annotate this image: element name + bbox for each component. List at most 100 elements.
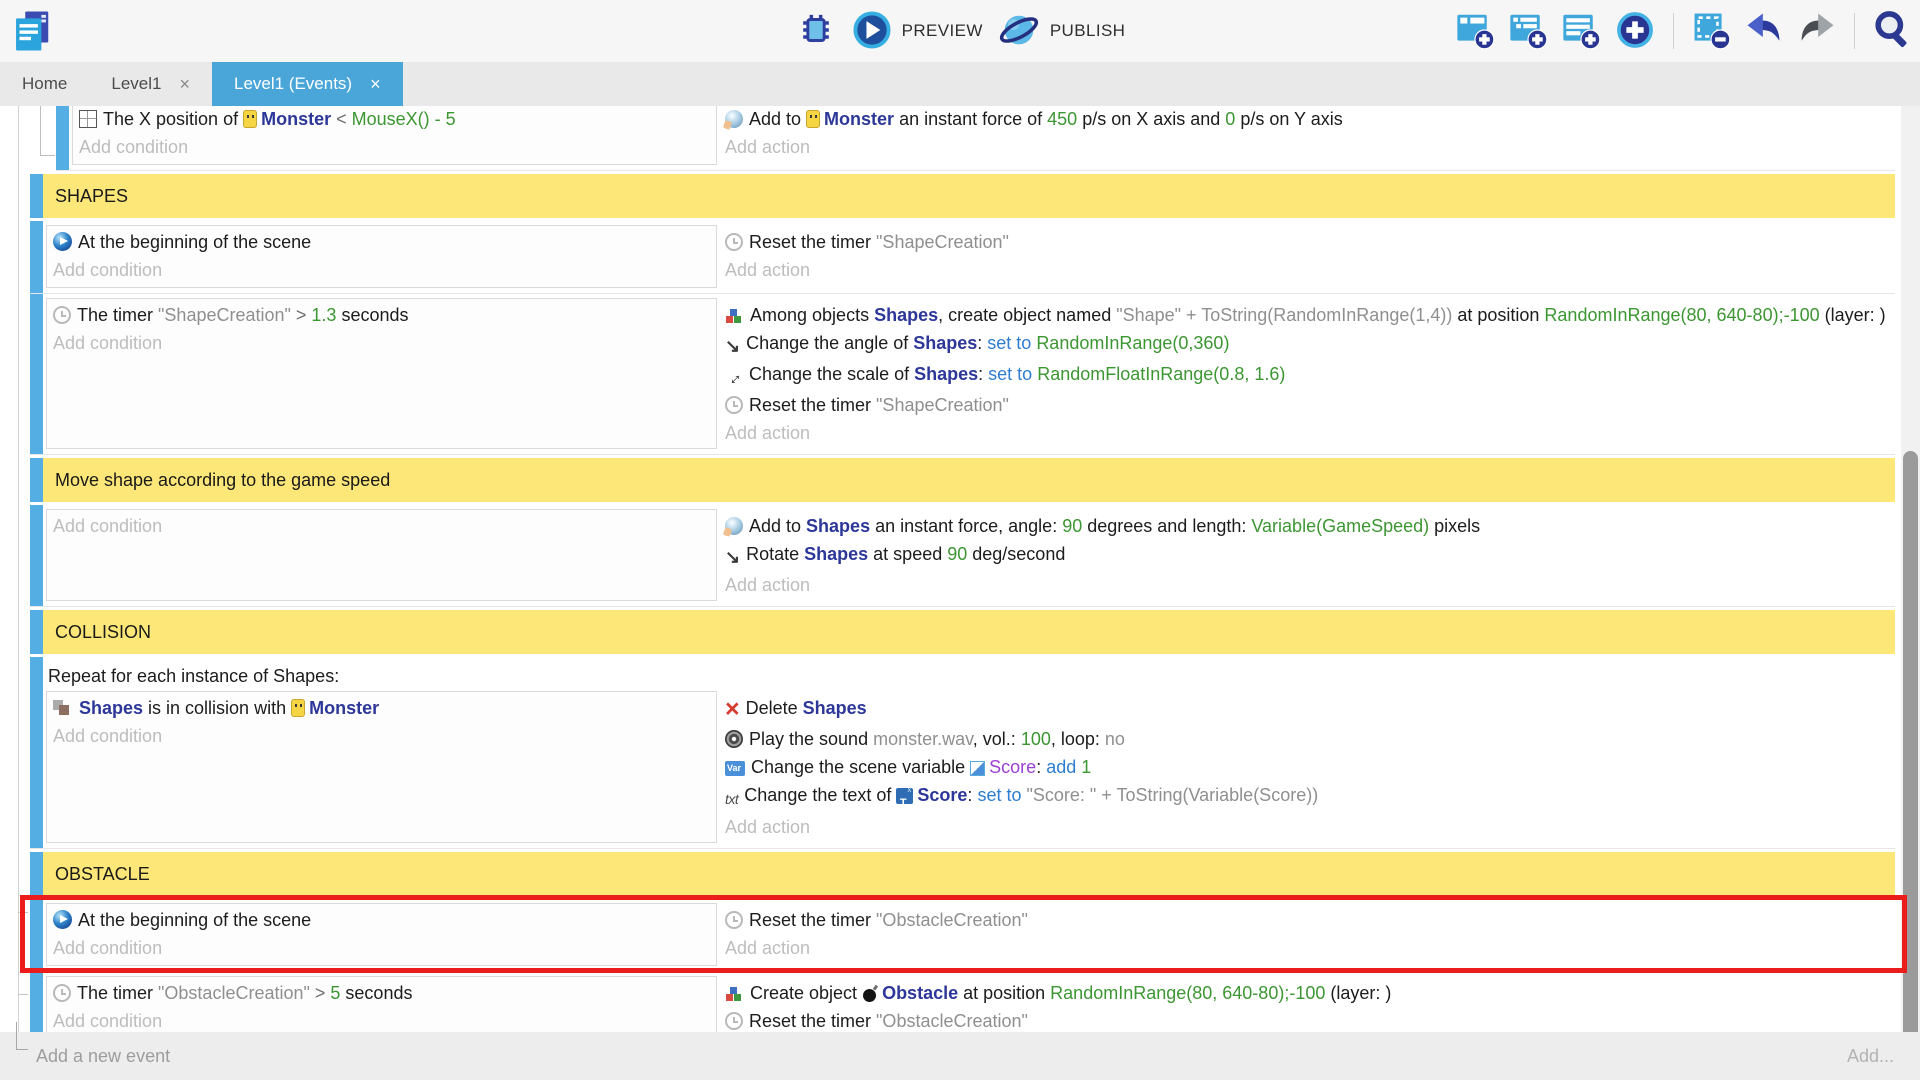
text-segment: is in collision with (143, 698, 291, 718)
add-comment-button[interactable] (1561, 10, 1601, 53)
text-segment: 100 (1021, 729, 1051, 749)
action-line[interactable]: Delete Shapes (725, 694, 1891, 725)
action-line[interactable]: Reset the timer "ObstacleCreation" (725, 1007, 1891, 1032)
add-condition-placeholder[interactable]: Add condition (53, 256, 706, 284)
action-line[interactable]: Reset the timer "ShapeCreation" (725, 228, 1891, 256)
add-something-button[interactable] (1614, 9, 1656, 54)
action-line[interactable]: Reset the timer "ShapeCreation" (725, 391, 1891, 419)
add-condition-placeholder[interactable]: Add condition (53, 934, 706, 962)
add-subevent-button[interactable] (1508, 10, 1548, 53)
text-segment: Monster (309, 698, 379, 718)
action-line[interactable]: Change the scale of Shapes: set to Rando… (725, 360, 1891, 391)
scrollbar-thumb[interactable] (1903, 451, 1918, 1032)
text-segment: : (1036, 757, 1046, 777)
event-group-header[interactable]: COLLISION (43, 610, 1895, 654)
text-segment: "Shape" + ToString(RandomInRange(1,4)) (1116, 305, 1452, 325)
add-action-placeholder[interactable]: Add action (725, 934, 1891, 962)
actions-cell: Among objects Shapes, create object name… (723, 298, 1895, 449)
debug-bug-icon (795, 9, 837, 54)
tree-line (18, 912, 28, 913)
condition-line[interactable]: Shapes is in collision with Monster (53, 694, 706, 722)
add-condition-placeholder[interactable]: Add condition (53, 1007, 706, 1032)
tab-level1[interactable]: Level1 × (89, 62, 212, 106)
action-line[interactable]: Change the text of Score: set to "Score:… (725, 781, 1891, 813)
monster-icon (806, 110, 820, 128)
text-segment: Shapes (804, 544, 868, 564)
vertical-scrollbar[interactable] (1901, 106, 1920, 1032)
search-button[interactable] (1872, 9, 1914, 54)
event-row: At the beginning of the sceneAdd conditi… (30, 221, 1895, 294)
add-event-button[interactable] (1455, 10, 1495, 53)
add-condition-placeholder[interactable]: Add condition (53, 512, 706, 540)
text-segment: Shapes (79, 698, 143, 718)
delete-selection-icon (1691, 10, 1731, 53)
publish-button[interactable]: PUBLISH (997, 9, 1126, 54)
text-segment: an instant force, angle: (870, 516, 1062, 536)
foreach-header[interactable]: Repeat for each instance of Shapes: (46, 661, 1895, 691)
event-group-header[interactable]: SHAPES (43, 174, 1895, 218)
tab-close-icon[interactable]: × (179, 75, 190, 93)
event-group-header[interactable]: Move shape according to the game speed (43, 458, 1895, 502)
add-condition-placeholder[interactable]: Add condition (53, 329, 706, 357)
add-condition-placeholder[interactable]: Add condition (53, 722, 706, 750)
text-segment: At the beginning of the scene (78, 910, 311, 930)
indent-bar (30, 221, 43, 293)
condition-line[interactable]: The timer "ShapeCreation" > 1.3 seconds (53, 301, 706, 329)
tab-level1-events-[interactable]: Level1 (Events)× (212, 62, 403, 106)
timer-icon (53, 984, 71, 1002)
tab-label: Level1 (111, 74, 161, 94)
variable-badge-icon (970, 761, 985, 776)
condition-line[interactable]: The timer "ObstacleCreation" > 5 seconds (53, 979, 706, 1007)
text-segment: p/s on X axis and (1077, 109, 1225, 129)
action-line[interactable]: Among objects Shapes, create object name… (725, 301, 1891, 329)
action-line[interactable]: Rotate Shapes at speed 90 deg/second (725, 540, 1891, 571)
tab-home[interactable]: Home (0, 62, 89, 106)
action-line[interactable]: Create object Obstacle at position Rando… (725, 979, 1891, 1007)
sound-icon (725, 730, 743, 748)
event-group-header[interactable]: OBSTACLE (43, 852, 1895, 896)
add-action-placeholder[interactable]: Add action (725, 813, 1891, 841)
event-group-row: SHAPES (30, 174, 1895, 218)
redo-button[interactable] (1797, 10, 1837, 53)
events-sheet: The X position of Monster < MouseX() - 5… (0, 106, 1920, 1032)
condition-line[interactable]: At the beginning of the scene (53, 228, 706, 256)
conditions-cell: The X position of Monster < MouseX() - 5… (72, 106, 717, 165)
text-segment: 1.3 (311, 305, 336, 325)
action-line[interactable]: Reset the timer "ObstacleCreation" (725, 906, 1891, 934)
add-subevent-icon (1508, 10, 1548, 53)
condition-line[interactable]: The X position of Monster < MouseX() - 5 (79, 106, 706, 133)
text-segment: Rotate (746, 544, 804, 564)
actions-cell: Add to Shapes an instant force, angle: 9… (723, 509, 1895, 601)
add-action-placeholder[interactable]: Add action (725, 419, 1891, 447)
action-line[interactable]: Add to Monster an instant force of 450 p… (725, 106, 1891, 133)
condition-line[interactable]: At the beginning of the scene (53, 906, 706, 934)
delete-selection-button[interactable] (1691, 10, 1731, 53)
create-icon (725, 307, 744, 324)
action-line[interactable]: Change the angle of Shapes: set to Rando… (725, 329, 1891, 360)
add-action-placeholder[interactable]: Add action (725, 256, 1891, 284)
add-action-placeholder[interactable]: Add action (725, 133, 1891, 161)
add-more-button[interactable]: Add... (1847, 1046, 1894, 1067)
preview-button[interactable]: PREVIEW (851, 9, 983, 54)
add-new-event-button[interactable]: Add a new event (36, 1046, 170, 1067)
action-line[interactable]: Play the sound monster.wav, vol.: 100, l… (725, 725, 1891, 753)
timer-icon (725, 1012, 743, 1030)
text-segment: < (331, 109, 352, 129)
add-condition-placeholder[interactable]: Add condition (79, 133, 706, 161)
text-segment: 1 (1081, 757, 1091, 777)
text-segment: Shapes (874, 305, 938, 325)
undo-button[interactable] (1744, 10, 1784, 53)
text-segment: deg/second (967, 544, 1065, 564)
add-action-placeholder[interactable]: Add action (725, 571, 1891, 599)
action-line[interactable]: Change the scene variable Score: add 1 (725, 753, 1891, 781)
gdevelop-window: PREVIEW PUBLISH (0, 0, 1920, 1080)
actions-cell: Reset the timer "ShapeCreation"Add actio… (723, 225, 1895, 288)
preview-label: PREVIEW (902, 21, 983, 41)
timer-icon (725, 396, 743, 414)
text-segment: pixels (1429, 516, 1480, 536)
debug-button[interactable] (795, 9, 837, 54)
indent-bar (30, 657, 43, 848)
tab-close-icon[interactable]: × (370, 75, 381, 93)
text-segment: MouseX() - 5 (352, 109, 456, 129)
action-line[interactable]: Add to Shapes an instant force, angle: 9… (725, 512, 1891, 540)
